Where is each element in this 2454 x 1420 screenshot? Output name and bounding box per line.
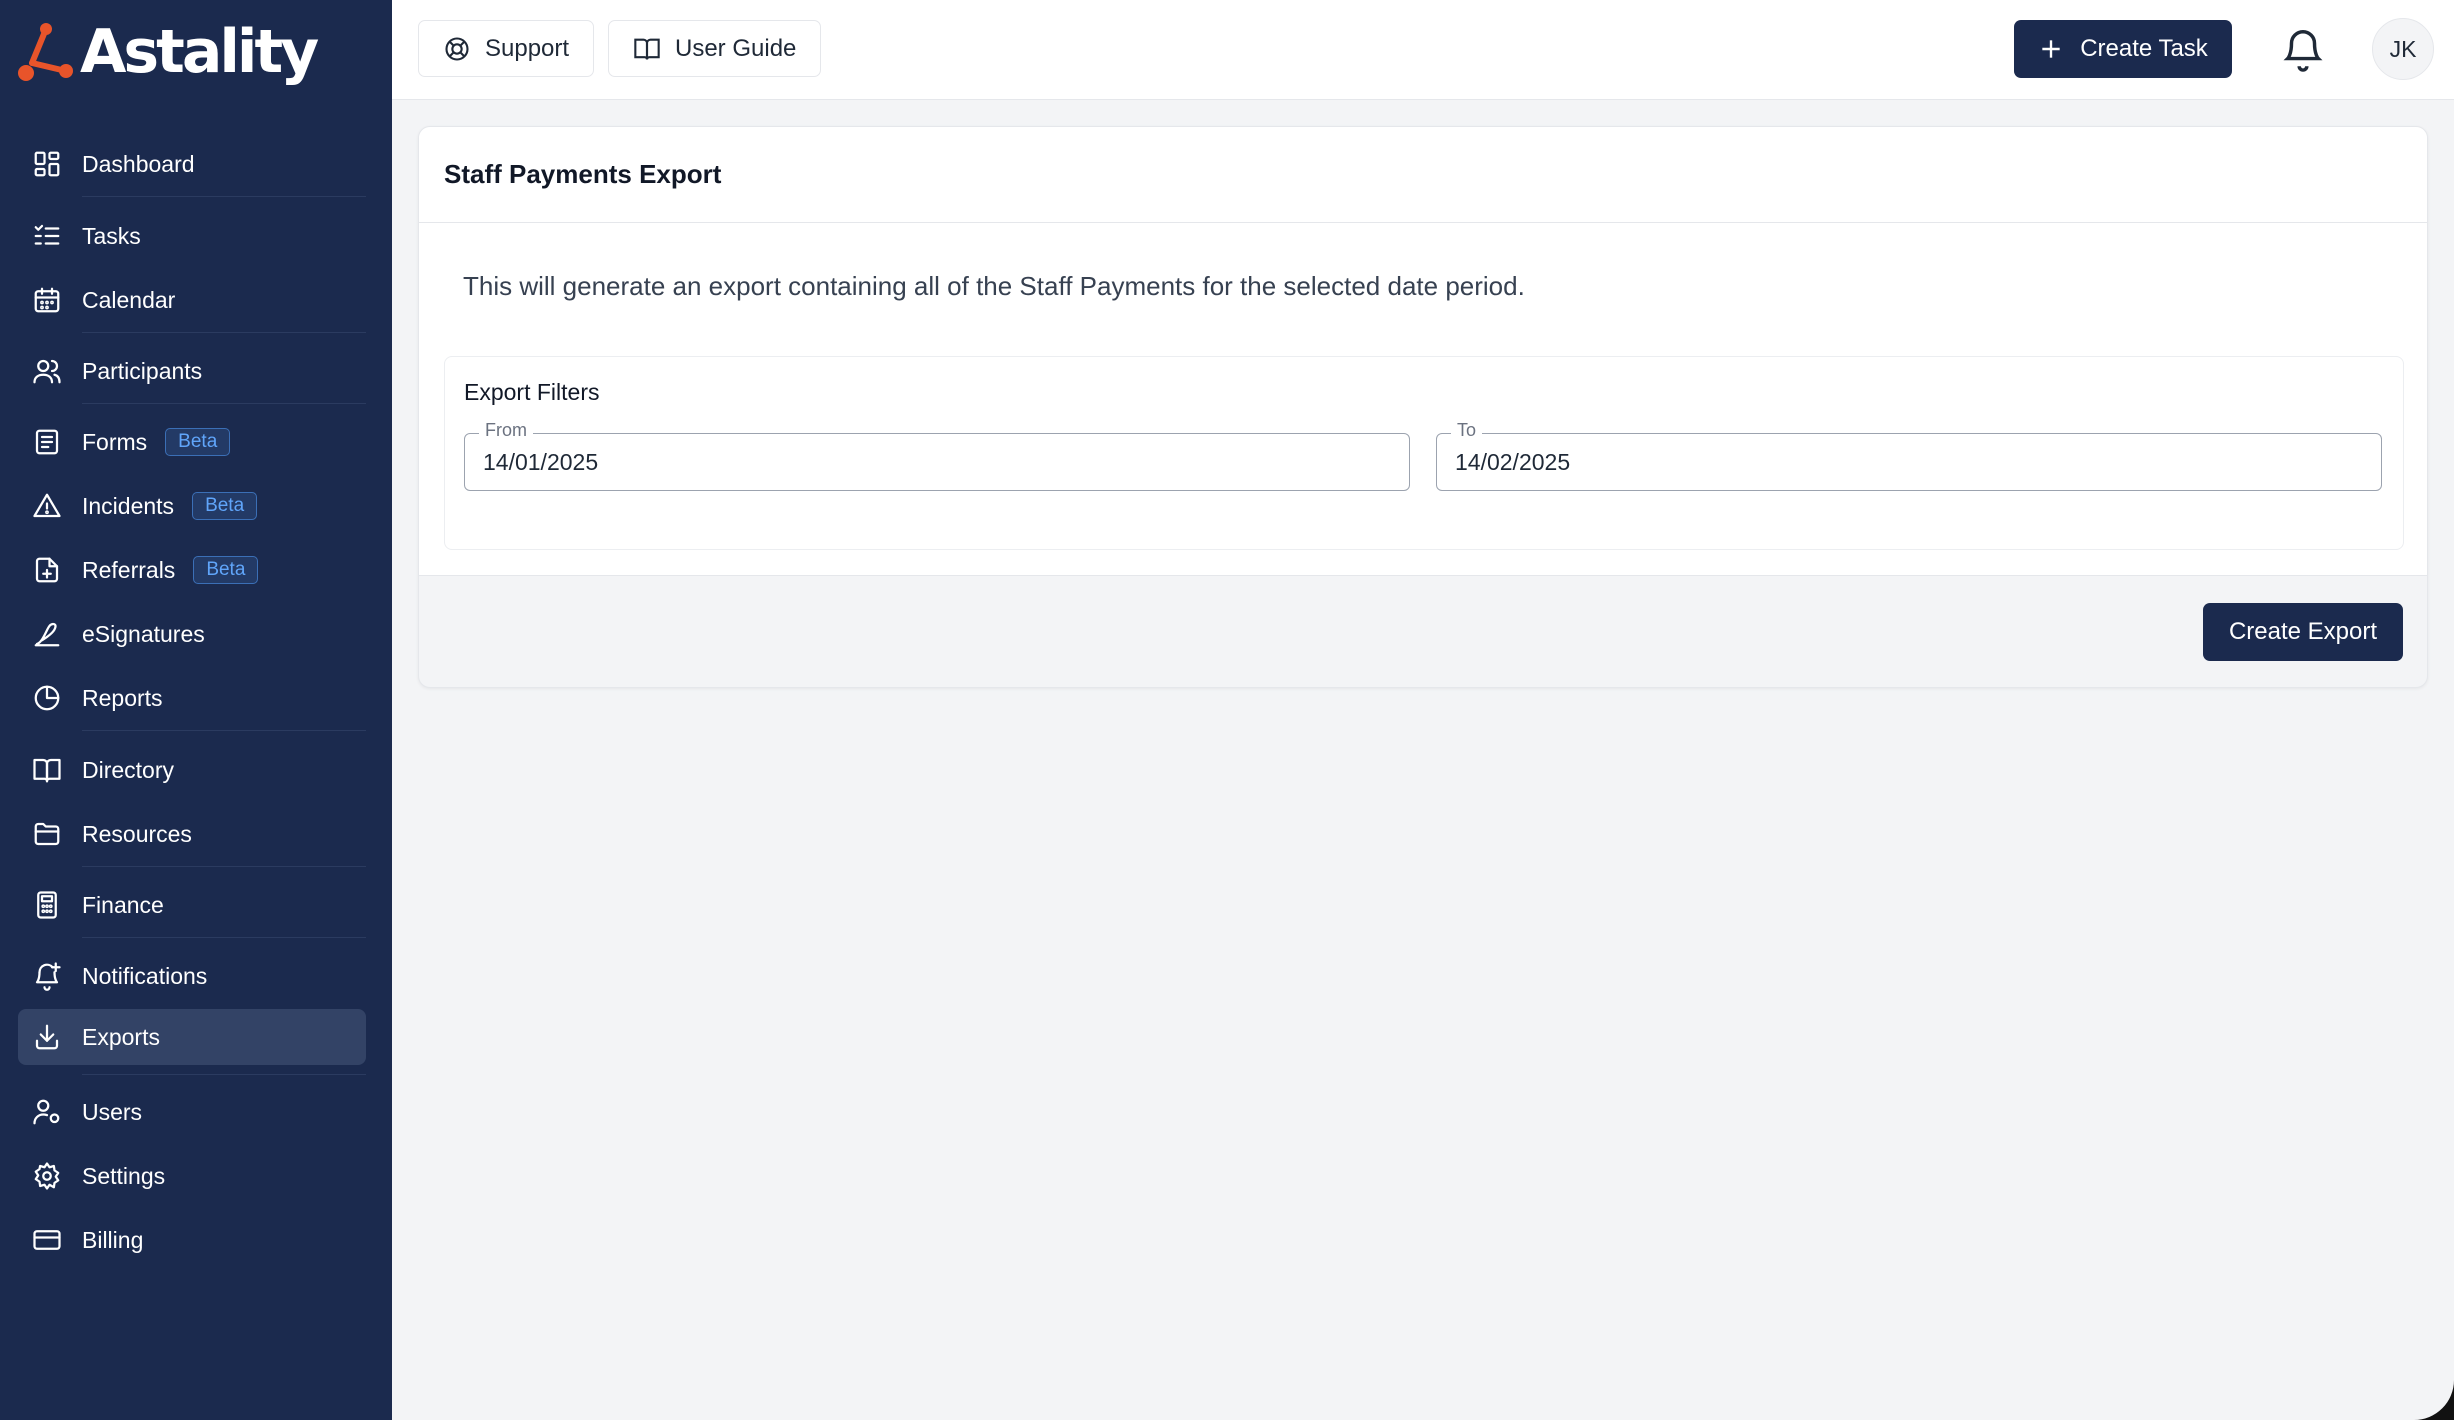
sidebar-item-reports[interactable]: Reports	[18, 670, 366, 726]
sidebar-item-label: Notifications	[82, 962, 208, 989]
user-gear-icon	[32, 1097, 62, 1127]
sidebar-item-directory[interactable]: Directory	[18, 742, 366, 798]
page-title: Staff Payments Export	[444, 159, 722, 189]
lifebuoy-icon	[445, 36, 469, 61]
create-export-button[interactable]: Create Export	[2203, 603, 2403, 661]
sidebar-item-resources[interactable]: Resources	[18, 806, 366, 862]
sidebar-item-label: Forms	[82, 428, 148, 455]
sidebar-item-label: Participants	[82, 357, 203, 384]
file-plus-icon	[32, 555, 62, 585]
top-bar: Support User Guide Create Task JK	[392, 0, 2454, 100]
card-header: Staff Payments Export	[419, 127, 2427, 223]
beta-badge: Beta	[165, 427, 231, 457]
export-filters: Export Filters From To	[444, 356, 2404, 550]
window-corner	[2414, 1380, 2454, 1420]
user-guide-label: User Guide	[675, 34, 797, 62]
sidebar-item-tasks[interactable]: Tasks	[18, 208, 366, 264]
sidebar-item-users[interactable]: Users	[18, 1084, 366, 1140]
sidebar-item-label: Users	[82, 1098, 143, 1125]
sidebar-item-label: Referrals	[82, 556, 176, 583]
divider	[82, 730, 366, 731]
dashboard-icon	[32, 149, 62, 179]
plus-icon	[2042, 40, 2060, 58]
sidebar-item-forms[interactable]: Forms Beta	[18, 414, 366, 470]
create-task-button[interactable]: Create Task	[2014, 20, 2232, 78]
filters-title: Export Filters	[464, 379, 600, 405]
support-button[interactable]: Support	[418, 20, 595, 77]
sidebar-item-label: Tasks	[82, 222, 141, 249]
sidebar-item-incidents[interactable]: Incidents Beta	[18, 478, 366, 534]
sidebar-item-participants[interactable]: Participants	[18, 343, 366, 399]
book-icon	[634, 38, 660, 60]
to-date-field: To	[1436, 420, 2382, 491]
sidebar-item-label: Settings	[82, 1162, 166, 1189]
folder-icon	[32, 819, 62, 849]
avatar[interactable]: JK	[2372, 18, 2434, 80]
sidebar-item-label: Billing	[82, 1226, 144, 1253]
divider	[82, 403, 366, 404]
sidebar: Astality Dashboard Tasks Calendar Partic…	[0, 0, 392, 1420]
sidebar-item-label: Dashboard	[82, 150, 195, 177]
to-date-input[interactable]	[1455, 434, 2355, 490]
beta-badge: Beta	[192, 491, 258, 521]
forms-icon	[32, 427, 62, 457]
sidebar-item-exports[interactable]: Exports	[18, 1009, 366, 1065]
divider	[82, 196, 366, 197]
sidebar-item-notifications[interactable]: Notifications	[18, 948, 366, 1004]
sidebar-item-dashboard[interactable]: Dashboard	[18, 136, 366, 192]
gear-icon	[32, 1161, 62, 1191]
support-label: Support	[485, 34, 570, 62]
sidebar-item-label: Reports	[82, 684, 163, 711]
create-task-label: Create Task	[2080, 35, 2208, 62]
beta-badge: Beta	[193, 555, 259, 585]
brand-logo[interactable]: Astality	[16, 17, 319, 87]
create-export-label: Create Export	[2228, 618, 2378, 645]
warning-icon	[32, 491, 62, 521]
users-icon	[32, 356, 62, 386]
sidebar-item-label: Directory	[82, 756, 175, 783]
sidebar-item-referrals[interactable]: Referrals Beta	[18, 542, 366, 598]
sidebar-item-calendar[interactable]: Calendar	[18, 272, 366, 328]
bell-plus-icon	[32, 961, 62, 991]
sidebar-item-label: Exports	[82, 1023, 160, 1050]
main-content: Support User Guide Create Task JK Staff …	[392, 0, 2454, 1420]
sidebar-item-esignatures[interactable]: eSignatures	[18, 606, 366, 662]
sidebar-item-label: Incidents	[82, 492, 175, 519]
book-icon	[32, 755, 62, 785]
sidebar-item-label: Resources	[82, 820, 192, 847]
calculator-icon	[32, 890, 62, 920]
sidebar-item-label: eSignatures	[82, 620, 205, 647]
credit-card-icon	[32, 1225, 62, 1255]
from-date-field: From	[464, 420, 1410, 491]
tasks-icon	[32, 221, 62, 251]
divider	[82, 1074, 366, 1075]
export-description: This will generate an export containing …	[463, 271, 1525, 301]
divider	[82, 866, 366, 867]
divider	[82, 937, 366, 938]
bell-icon	[2283, 30, 2323, 72]
sidebar-item-settings[interactable]: Settings	[18, 1148, 366, 1204]
pie-chart-icon	[32, 683, 62, 713]
from-date-input[interactable]	[483, 434, 1383, 490]
sidebar-item-finance[interactable]: Finance	[18, 877, 366, 933]
logo-mark-icon	[18, 23, 73, 81]
sidebar-item-billing[interactable]: Billing	[18, 1212, 366, 1268]
sidebar-item-label: Finance	[82, 891, 164, 918]
notifications-bell[interactable]	[2280, 26, 2326, 72]
sidebar-item-label: Calendar	[82, 286, 176, 313]
user-guide-button[interactable]: User Guide	[608, 20, 822, 77]
divider	[82, 332, 366, 333]
card-body: This will generate an export containing …	[419, 223, 2427, 576]
export-card: Staff Payments Export This will generate…	[418, 126, 2428, 688]
signature-icon	[32, 619, 62, 649]
calendar-icon	[32, 285, 62, 315]
brand-name: Astality	[80, 17, 319, 87]
download-icon	[32, 1022, 62, 1052]
